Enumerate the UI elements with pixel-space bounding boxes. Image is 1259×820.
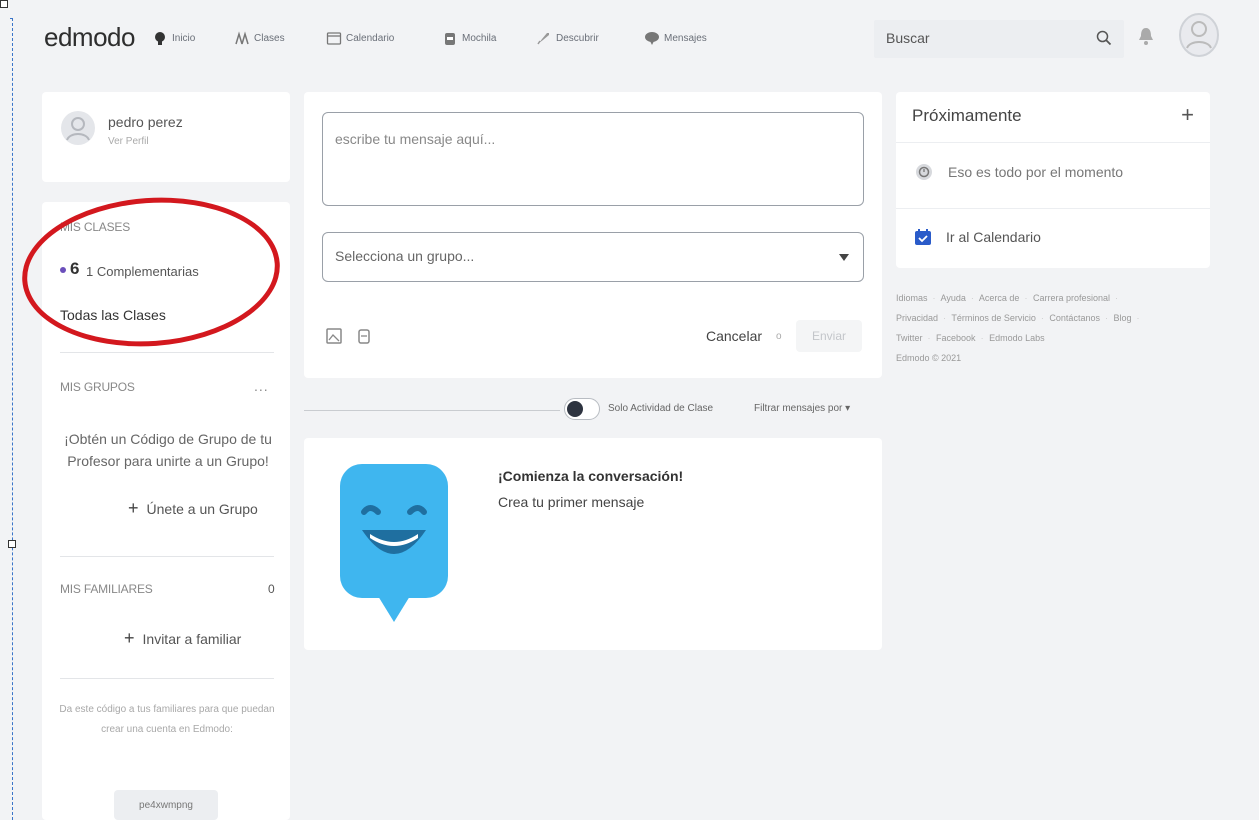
- resize-handle-left[interactable]: [8, 540, 16, 548]
- nav-calendar-label: Calendario: [346, 32, 395, 44]
- calendar-icon: [915, 229, 931, 245]
- edmodo-mascot-icon: [340, 464, 448, 622]
- go-to-calendar-link[interactable]: Ir al Calendario: [914, 228, 1041, 246]
- resize-handle-top-left[interactable]: [0, 0, 8, 8]
- upcoming-empty-row: Eso es todo por el momento: [914, 162, 1123, 182]
- nav-home-label: Inicio: [172, 32, 196, 44]
- or-separator: o: [776, 331, 782, 342]
- family-count: 0: [268, 582, 275, 596]
- edmodo-logo[interactable]: edmodo: [44, 22, 135, 53]
- upcoming-title: Próximamente: [912, 106, 1022, 125]
- go-to-calendar-label: Ir al Calendario: [946, 229, 1041, 245]
- footer-link[interactable]: Privacidad: [896, 313, 938, 323]
- footer-link[interactable]: Twitter: [896, 333, 923, 343]
- filter-messages-dropdown[interactable]: Filtrar mensajes por ▾: [754, 403, 850, 414]
- invite-family-button[interactable]: + Invitar a familiar: [124, 628, 241, 649]
- backpack-attach-icon[interactable]: [356, 328, 372, 344]
- backpack-icon: [445, 33, 455, 45]
- post-composer: escribe tu mensaje aquí... Selecciona un…: [304, 92, 882, 378]
- message-placeholder: escribe tu mensaje aquí...: [335, 131, 496, 147]
- search-placeholder: Buscar: [886, 30, 930, 46]
- toggle-knob: [567, 401, 583, 417]
- search-input[interactable]: Buscar: [874, 20, 1124, 58]
- footer-link[interactable]: Edmodo Labs: [989, 333, 1045, 343]
- profile-name[interactable]: pedro perez: [108, 114, 183, 130]
- message-textarea[interactable]: escribe tu mensaje aquí...: [322, 112, 864, 206]
- classes-icon: [235, 31, 249, 45]
- family-code-note: Da este código a tus familiares para que…: [59, 704, 275, 735]
- nav-classes[interactable]: Clases: [234, 30, 285, 46]
- profile-link[interactable]: Ver Perfil: [108, 136, 149, 147]
- upcoming-card: Próximamente + Eso es todo por el moment…: [896, 92, 1210, 268]
- footer-link[interactable]: Facebook: [936, 333, 976, 343]
- footer-link[interactable]: Ayuda: [941, 293, 966, 303]
- upcoming-empty-text: Eso es todo por el momento: [948, 164, 1124, 180]
- calendar-icon: [326, 32, 342, 45]
- empty-state-subtitle: Crea tu primer mensaje: [498, 494, 645, 510]
- search-icon[interactable]: [1096, 30, 1112, 46]
- nav-backpack[interactable]: Mochila: [442, 30, 496, 46]
- join-group-button[interactable]: + Únete a un Grupo: [128, 498, 258, 519]
- class-activity-label: Solo Actividad de Clase: [608, 403, 714, 414]
- feed-divider-line: [304, 410, 560, 411]
- footer-link[interactable]: Carrera profesional: [1033, 293, 1110, 303]
- footer-link[interactable]: Acerca de: [979, 293, 1020, 303]
- nav-home[interactable]: Inicio: [152, 30, 195, 46]
- rocket-icon: [537, 33, 549, 45]
- upcoming-divider: [896, 208, 1210, 209]
- nav-discover-label: Descubrir: [556, 32, 599, 44]
- footer-links: Idiomas · Ayuda · Acerca de · Carrera profe…: [896, 293, 1140, 363]
- footer-link[interactable]: Términos de Servicio: [951, 313, 1036, 323]
- sidebar-divider: [60, 352, 274, 353]
- chevron-down-icon: [839, 254, 849, 261]
- nav-classes-label: Clases: [254, 32, 285, 44]
- footer-copyright: Edmodo © 2021: [896, 353, 962, 363]
- footer-link[interactable]: Idiomas: [896, 293, 928, 303]
- groups-section-title: MIS GRUPOS: [60, 380, 135, 394]
- sidebar-divider: [60, 556, 274, 557]
- group-select[interactable]: Selecciona un grupo...: [322, 232, 864, 282]
- chat-icon: [645, 32, 659, 45]
- add-event-button[interactable]: +: [1181, 102, 1194, 128]
- join-group-label: Únete a un Grupo: [146, 500, 258, 517]
- filter-messages-label: Filtrar mensajes por: [754, 403, 843, 414]
- sidebar-divider: [60, 678, 274, 679]
- nav-messages-label: Mensajes: [664, 32, 707, 44]
- profile-card: pedro perez Ver Perfil: [42, 92, 290, 182]
- group-select-value: Selecciona un grupo...: [335, 248, 475, 264]
- plus-icon: +: [124, 628, 135, 648]
- upcoming-divider: [896, 142, 1210, 143]
- profile-avatar-icon[interactable]: [60, 110, 96, 146]
- groups-more-menu[interactable]: ...: [254, 378, 269, 394]
- family-code-badge[interactable]: pe4xwmpng: [114, 790, 218, 820]
- class-activity-toggle[interactable]: [564, 398, 600, 420]
- empty-state-title: ¡Comienza la conversación!: [498, 468, 684, 484]
- notification-bell-icon[interactable]: [1138, 26, 1154, 46]
- clock-icon: [916, 164, 932, 180]
- cancel-button[interactable]: Cancelar: [706, 328, 762, 344]
- family-section-title: MIS FAMILIARES: [60, 582, 153, 596]
- nav-calendar[interactable]: Calendario: [326, 30, 394, 46]
- invite-family-label: Invitar a familiar: [142, 630, 242, 647]
- chevron-down-icon: ▾: [845, 403, 851, 414]
- user-avatar-icon[interactable]: [1178, 12, 1220, 58]
- plus-icon: +: [128, 498, 139, 518]
- nav-backpack-label: Mochila: [462, 32, 497, 44]
- nav-discover[interactable]: Descubrir: [536, 30, 599, 46]
- empty-feed-card: ¡Comienza la conversación! Crea tu prime…: [304, 438, 882, 650]
- image-attach-icon[interactable]: [326, 328, 342, 344]
- send-button[interactable]: Enviar: [796, 320, 862, 352]
- footer-link[interactable]: Blog: [1113, 313, 1131, 323]
- nav-messages[interactable]: Mensajes: [644, 30, 707, 46]
- footer-link[interactable]: Contáctanos: [1049, 313, 1100, 323]
- home-icon: [155, 32, 165, 45]
- top-navigation: edmodo Inicio Clases Calendario Mochila …: [14, 8, 1259, 68]
- groups-promo-text: ¡Obtén un Código de Grupo de tu Profesor…: [64, 431, 272, 469]
- selection-frame-left: [12, 18, 13, 820]
